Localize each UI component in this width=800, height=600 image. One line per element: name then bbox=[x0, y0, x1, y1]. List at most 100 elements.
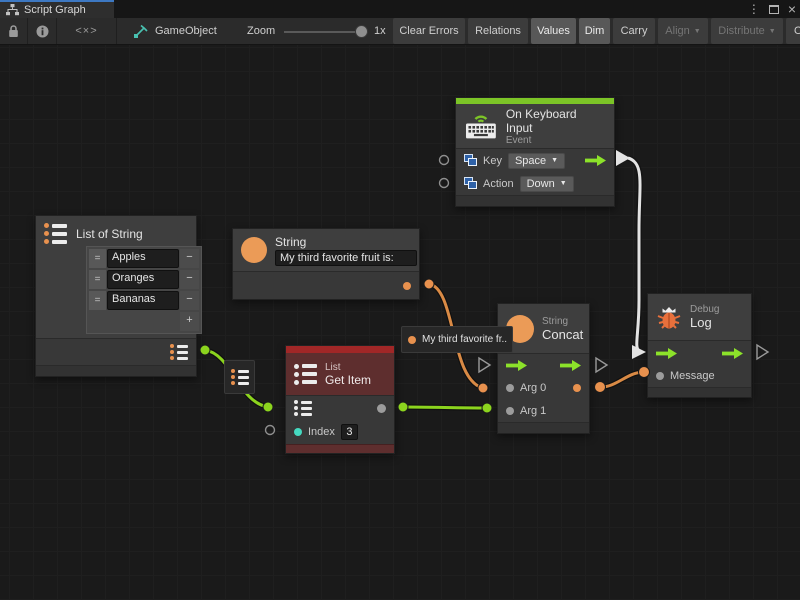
info-button[interactable] bbox=[28, 18, 57, 44]
message-input-port[interactable] bbox=[656, 372, 664, 380]
remove-item-button[interactable]: − bbox=[180, 270, 199, 289]
distribute-button[interactable]: Distribute▼ bbox=[711, 18, 783, 44]
output-port-row bbox=[36, 338, 196, 365]
gameobject-icon bbox=[133, 24, 149, 38]
list-item-field[interactable]: Apples bbox=[107, 249, 179, 268]
node-footer bbox=[498, 422, 589, 433]
port-row-list bbox=[286, 396, 394, 420]
list-item-field[interactable]: Bananas bbox=[107, 291, 179, 310]
list-item-row: = Apples − bbox=[89, 249, 199, 268]
port-label: Key bbox=[483, 155, 502, 167]
list-editor: = Apples − = Oranges − = Bananas − + bbox=[86, 246, 202, 334]
port-label: Arg 1 bbox=[520, 405, 546, 417]
node-concat[interactable]: String Concat Arg 0 Arg 1 bbox=[497, 303, 590, 434]
code-preview-button[interactable]: <×> bbox=[57, 18, 117, 44]
node-subtitle: Event bbox=[506, 135, 606, 146]
flow-output-arrow-icon[interactable] bbox=[585, 155, 606, 166]
relations-button[interactable]: Relations bbox=[468, 18, 528, 44]
node-title: Concat bbox=[542, 327, 583, 342]
node-on-keyboard-input[interactable]: On Keyboard Input Event Key Space ▼ Acti… bbox=[455, 97, 615, 207]
zoom-slider-knob[interactable] bbox=[355, 25, 368, 38]
list-icon bbox=[44, 223, 67, 244]
node-footer bbox=[648, 387, 751, 397]
error-bar bbox=[286, 346, 394, 353]
node-title: List of String bbox=[76, 227, 143, 241]
add-item-button[interactable]: + bbox=[180, 312, 199, 331]
string-icon bbox=[241, 237, 267, 263]
node-body: Arg 0 Arg 1 bbox=[498, 353, 589, 422]
close-icon[interactable]: × bbox=[788, 2, 796, 16]
flow-row bbox=[648, 341, 751, 365]
window-controls: ⋮ × bbox=[748, 0, 796, 18]
carry-button[interactable]: Carry bbox=[613, 18, 655, 44]
flow-output-arrow-icon[interactable] bbox=[722, 348, 743, 359]
tab-title: Script Graph bbox=[24, 4, 86, 16]
drag-handle[interactable]: = bbox=[89, 291, 106, 310]
key-dropdown[interactable]: Space ▼ bbox=[508, 153, 565, 169]
flow-input-arrow-icon[interactable] bbox=[506, 360, 527, 371]
node-footer bbox=[456, 195, 614, 206]
flow-input-arrow-icon[interactable] bbox=[656, 348, 677, 359]
info-icon bbox=[36, 25, 49, 38]
list-item-row: = Bananas − bbox=[89, 291, 199, 310]
overview-button[interactable]: Overv bbox=[786, 18, 800, 44]
string-output-port[interactable] bbox=[403, 282, 411, 290]
item-output-port[interactable] bbox=[377, 404, 386, 413]
maximize-icon[interactable] bbox=[769, 5, 779, 14]
graph-toolbar: <×> GameObject Zoom 1x Clear Errors Rela… bbox=[0, 18, 800, 45]
arg0-input-port[interactable] bbox=[506, 384, 514, 392]
result-output-port[interactable] bbox=[573, 384, 581, 392]
list-input-icon[interactable] bbox=[294, 400, 312, 416]
clear-errors-button[interactable]: Clear Errors bbox=[393, 18, 465, 44]
action-dropdown[interactable]: Down ▼ bbox=[520, 176, 574, 192]
remove-item-button[interactable]: − bbox=[180, 291, 199, 310]
port-row-key: Key Space ▼ bbox=[456, 149, 614, 172]
node-header: Debug Log bbox=[648, 294, 751, 340]
zoom-value: 1x bbox=[374, 25, 386, 37]
port-row-index: Index 3 bbox=[286, 420, 394, 444]
port-label: Arg 0 bbox=[520, 382, 546, 394]
port-row-action: Action Down ▼ bbox=[456, 172, 614, 195]
node-category: List bbox=[325, 362, 371, 373]
bug-icon bbox=[656, 304, 682, 330]
keyboard-icon bbox=[464, 112, 498, 140]
wire-value-string-preview: My third favorite fr.. bbox=[401, 326, 513, 353]
node-footer bbox=[36, 365, 196, 376]
port-row-arg0: Arg 0 bbox=[498, 376, 589, 399]
flow-output-arrow-icon[interactable] bbox=[560, 360, 581, 371]
port-label: Index bbox=[308, 426, 335, 438]
node-list-of-string[interactable]: List of String = Apples − = Oranges − = … bbox=[35, 215, 197, 377]
node-title: String bbox=[275, 235, 417, 249]
values-button[interactable]: Values bbox=[531, 18, 576, 44]
target-gameobject[interactable]: GameObject bbox=[133, 18, 217, 44]
remove-item-button[interactable]: − bbox=[180, 249, 199, 268]
align-button[interactable]: Align▼ bbox=[658, 18, 708, 44]
tab-script-graph[interactable]: Script Graph bbox=[0, 0, 114, 18]
index-input-port[interactable] bbox=[294, 428, 302, 436]
list-output-icon[interactable] bbox=[170, 344, 188, 360]
string-value-field[interactable]: My third favorite fruit is: bbox=[275, 250, 417, 266]
node-header: String My third favorite fruit is: bbox=[233, 229, 419, 271]
node-header: On Keyboard Input Event bbox=[456, 104, 614, 148]
port-label: Message bbox=[670, 370, 715, 382]
node-body: Message bbox=[648, 340, 751, 387]
error-footer bbox=[286, 444, 394, 453]
node-get-item[interactable]: List Get Item Index 3 bbox=[285, 345, 395, 454]
index-field[interactable]: 3 bbox=[341, 424, 358, 440]
node-category: String bbox=[542, 316, 583, 327]
arg1-input-port[interactable] bbox=[506, 407, 514, 415]
dim-button[interactable]: Dim bbox=[579, 18, 610, 44]
list-item-field[interactable]: Oranges bbox=[107, 270, 179, 289]
lock-button[interactable] bbox=[0, 18, 28, 44]
node-category: Debug bbox=[690, 304, 719, 315]
node-string-literal[interactable]: String My third favorite fruit is: bbox=[232, 228, 420, 300]
code-toggle-icon: <×> bbox=[75, 25, 97, 37]
node-header: List of String = Apples − = Oranges − = … bbox=[36, 216, 196, 338]
port-label: Action bbox=[483, 178, 514, 190]
string-value-icon bbox=[408, 336, 416, 344]
window-menu-icon[interactable]: ⋮ bbox=[748, 3, 760, 15]
unity-visual-scripting-window: Script Graph ⋮ × <×> bbox=[0, 0, 800, 600]
node-debug-log[interactable]: Debug Log Message bbox=[647, 293, 752, 398]
drag-handle[interactable]: = bbox=[89, 270, 106, 289]
drag-handle[interactable]: = bbox=[89, 249, 106, 268]
